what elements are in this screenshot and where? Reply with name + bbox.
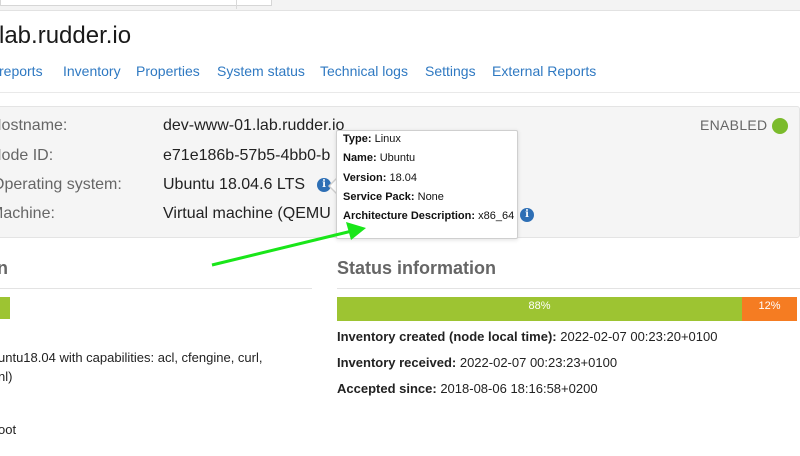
tooltip-architecture: Architecture Description: x86_64 (343, 210, 514, 222)
page-title: lab.rudder.io (0, 22, 132, 49)
machine-value: Virtual machine (QEMU (163, 205, 331, 222)
status-badge: ENABLED (700, 117, 768, 133)
inventory-received-value: 2022-02-07 00:23:23+0100 (459, 355, 618, 370)
tooltip-version-label: Version: (343, 172, 387, 184)
section-divider-right (337, 288, 800, 289)
section-divider-left (0, 288, 312, 289)
inventory-created-value: 2022-02-07 00:23:20+0100 (560, 329, 718, 344)
tooltip-type: Type: Linux (343, 133, 401, 145)
tab-technical-logs[interactable]: Technical logs (320, 63, 408, 79)
compliance-progress: 88% 12% (337, 297, 797, 321)
tab-system-status[interactable]: System status (217, 63, 305, 79)
tooltip-service-pack: Service Pack: None (343, 191, 444, 203)
tooltip-type-value: Linux (374, 133, 401, 145)
tooltip-sp-value: None (417, 191, 444, 203)
os-label: Operating system: (0, 176, 122, 193)
node-id-label: Node ID: (0, 147, 54, 164)
tab-external-reports[interactable]: External Reports (492, 63, 596, 79)
inventory-created-row: Inventory created (node local time): 202… (337, 329, 717, 344)
os-details-tooltip: Type: Linux Name: Ubuntu Version: 18.04 … (336, 130, 518, 239)
tab-reports[interactable]: reports (0, 63, 43, 79)
divider (236, 0, 237, 9)
inventory-received-label: Inventory received: (337, 355, 457, 370)
tooltip-name-value: Ubuntu (379, 152, 416, 164)
os-value: Ubuntu 18.04.6 LTS (163, 176, 306, 193)
status-dot-icon (772, 118, 788, 134)
inventory-created-label: Inventory created (node local time): (337, 329, 557, 344)
inventory-received-row: Inventory received: 2022-02-07 00:23:23+… (337, 355, 617, 370)
tooltip-arch-value: x86_64 (478, 210, 515, 222)
node-id-value: e71e186b-57b5-4bb0-b (163, 147, 331, 164)
hostname-label: Hostname: (0, 117, 68, 134)
tab-inventory[interactable]: Inventory (63, 63, 121, 79)
machine-label: Machine: (0, 205, 55, 222)
accepted-since-value: 2018-08-06 18:16:58+0200 (440, 381, 598, 396)
arch-info-icon[interactable]: i (520, 208, 534, 222)
progress-error-segment: 12% (742, 297, 797, 321)
compliance-bar (0, 297, 10, 319)
status-information-title: Status information (337, 258, 497, 278)
top-bar (0, 0, 800, 11)
accepted-since-label: Accepted since: (337, 381, 437, 396)
tooltip-name-label: Name: (343, 152, 377, 164)
tooltip-version-value: 18.04 (389, 172, 417, 184)
search-input[interactable] (0, 0, 272, 6)
run-as-text: oot (0, 422, 17, 437)
progress-success-segment: 88% (337, 297, 742, 321)
agent-capabilities-text: untu18.04 with capabilities: acl, cfengi… (0, 350, 263, 365)
accepted-since-row: Accepted since: 2018-08-06 18:16:58+0200 (337, 381, 598, 396)
agent-capabilities-text-cont: nl) (0, 369, 13, 384)
section-title-left: n (0, 258, 8, 278)
tab-properties[interactable]: Properties (136, 63, 200, 79)
tooltip-type-label: Type: (343, 133, 372, 145)
tooltip-sp-label: Service Pack: (343, 191, 415, 203)
tooltip-version: Version: 18.04 (343, 172, 417, 184)
tooltip-arch-label: Architecture Description: (343, 210, 476, 222)
tab-underline (0, 92, 800, 93)
hostname-value: dev-www-01.lab.rudder.io (163, 117, 345, 134)
tooltip-name: Name: Ubuntu (343, 152, 415, 164)
tab-settings[interactable]: Settings (425, 63, 476, 79)
